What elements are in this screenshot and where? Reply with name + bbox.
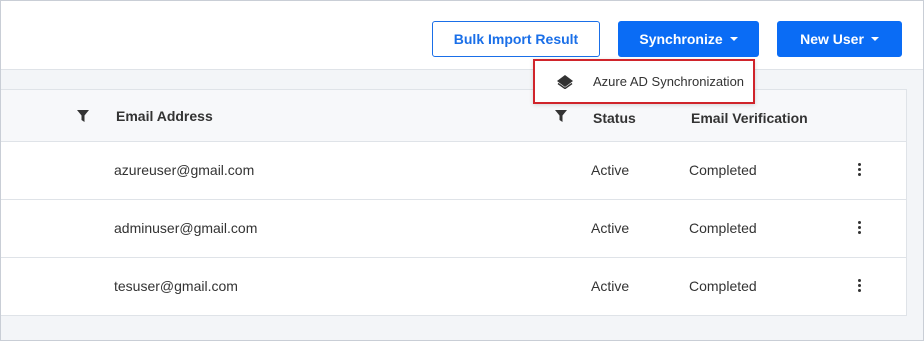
filter-icon[interactable] bbox=[555, 110, 567, 122]
column-header-status[interactable]: Status bbox=[593, 110, 636, 126]
synchronize-dropdown-menu: Azure AD Synchronization bbox=[533, 59, 755, 104]
new-user-button[interactable]: New User bbox=[777, 21, 902, 57]
more-options-icon[interactable] bbox=[851, 277, 867, 297]
menu-item-azure-ad-synchronization[interactable]: Azure AD Synchronization bbox=[537, 63, 751, 100]
new-user-label: New User bbox=[800, 31, 864, 47]
menu-item-label: Azure AD Synchronization bbox=[593, 74, 745, 89]
caret-down-icon bbox=[870, 37, 879, 41]
synchronize-label: Synchronize bbox=[639, 31, 723, 47]
layers-icon bbox=[557, 74, 573, 89]
synchronize-button[interactable]: Synchronize bbox=[618, 21, 759, 57]
table-row[interactable]: adminuser@gmail.com Active Completed bbox=[1, 200, 906, 258]
table-row[interactable]: tesuser@gmail.com Active Completed bbox=[1, 258, 906, 315]
caret-down-icon bbox=[729, 37, 738, 41]
email-cell: tesuser@gmail.com bbox=[114, 278, 238, 294]
table-header: Email Address Status Email Verification bbox=[1, 90, 906, 142]
status-cell: Active bbox=[591, 278, 630, 294]
more-options-icon[interactable] bbox=[851, 219, 867, 239]
verification-cell: Completed bbox=[689, 162, 757, 178]
column-header-email[interactable]: Email Address bbox=[116, 108, 213, 124]
email-cell: azureuser@gmail.com bbox=[114, 162, 255, 178]
status-cell: Active bbox=[591, 220, 630, 236]
verification-cell: Completed bbox=[689, 278, 757, 294]
filter-icon[interactable] bbox=[77, 110, 89, 122]
status-cell: Active bbox=[591, 162, 630, 178]
table-row[interactable]: azureuser@gmail.com Active Completed bbox=[1, 142, 906, 200]
column-header-email-verification[interactable]: Email Verification bbox=[691, 110, 808, 126]
more-options-icon[interactable] bbox=[851, 161, 867, 181]
verification-cell: Completed bbox=[689, 220, 757, 236]
email-cell: adminuser@gmail.com bbox=[114, 220, 258, 236]
toolbar: Bulk Import Result Synchronize New User bbox=[1, 1, 923, 70]
bulk-import-result-label: Bulk Import Result bbox=[453, 31, 579, 47]
bulk-import-result-button[interactable]: Bulk Import Result bbox=[432, 21, 600, 57]
users-table: Email Address Status Email Verification … bbox=[1, 89, 907, 316]
